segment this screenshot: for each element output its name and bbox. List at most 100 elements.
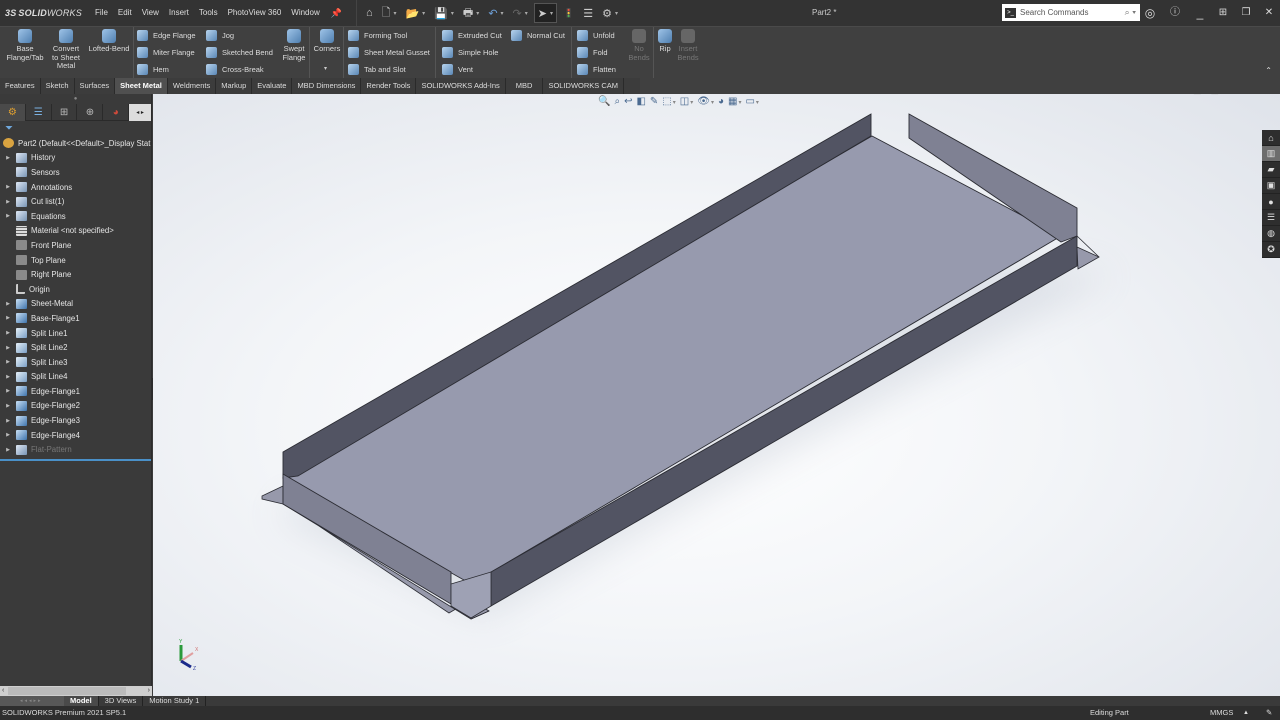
hide-show-items-button[interactable]: 👁▾	[697, 96, 714, 107]
print-button[interactable]: 🖶 ▾	[460, 3, 482, 23]
menu-view[interactable]: View	[137, 0, 164, 26]
chevron-down-icon[interactable]: ▾	[451, 10, 454, 17]
file-properties-button[interactable]: ☰	[580, 3, 596, 23]
convert-to-sheet-metal-button[interactable]: Convert to Sheet Metal	[48, 29, 84, 71]
scrollbar-thumb[interactable]	[8, 687, 126, 695]
close-button[interactable]: ✕	[1259, 0, 1279, 26]
panel-horizontal-scrollbar[interactable]: ‹ ›	[0, 686, 152, 696]
extruded-cut-button[interactable]: Extruded Cut	[442, 28, 502, 42]
design-library-tab[interactable]: ▥	[1262, 146, 1280, 162]
dock-left-icon[interactable]: ◧	[1193, 94, 1202, 96]
unit-system-button[interactable]: MMGS	[1210, 706, 1233, 720]
tree-item-equations[interactable]: ▶ Equations	[0, 209, 151, 224]
solidworks-forum-tab[interactable]: ◍	[1262, 226, 1280, 242]
tree-item-edge-flange2[interactable]: ▶ Edge-Flange2	[0, 399, 151, 414]
apply-scene-button[interactable]: ▦▾	[728, 96, 741, 107]
tree-item-front-plane[interactable]: Front Plane	[0, 238, 151, 253]
tab-3d-views[interactable]: 3D Views	[99, 696, 144, 706]
chevron-down-icon[interactable]: ▾	[550, 10, 553, 17]
filter-icon[interactable]: ⏷	[0, 121, 151, 136]
tree-item-edge-flange3[interactable]: ▶ Edge-Flange3	[0, 413, 151, 428]
propertymanager-tab[interactable]: ☰	[26, 103, 52, 121]
zoom-to-area-button[interactable]: ⌕	[614, 96, 620, 107]
no-bends-button[interactable]: No Bends	[626, 29, 652, 62]
display-style-button[interactable]: ◫▾	[680, 96, 693, 107]
cross-break-button[interactable]: Cross-Break	[206, 62, 264, 76]
featuremanager-tab[interactable]: ⚙	[0, 103, 26, 121]
pin-menu-icon[interactable]: 📌	[325, 8, 348, 19]
tab-render-tools[interactable]: Render Tools	[361, 78, 417, 94]
tree-item-split-line1[interactable]: ▶ Split Line1	[0, 326, 151, 341]
rip-button[interactable]: Rip	[656, 29, 674, 54]
chevron-down-icon[interactable]: ▾	[615, 10, 618, 17]
chevron-down-icon[interactable]: ▾	[673, 100, 676, 106]
custom-properties-tab[interactable]: ☰	[1262, 210, 1280, 226]
customize-status-icon[interactable]: ✎	[1266, 706, 1272, 720]
unfold-button[interactable]: Unfold	[577, 28, 615, 42]
tab-solidworks-cam[interactable]: SOLIDWORKS CAM	[543, 78, 625, 94]
select-button[interactable]: ➤ ▾	[533, 3, 558, 23]
tree-item-origin[interactable]: Origin	[0, 282, 151, 297]
tab-sheet-metal[interactable]: Sheet Metal	[115, 78, 168, 94]
tab-mbd[interactable]: MBD	[506, 78, 544, 94]
expand-arrow-icon[interactable]: ▶	[0, 432, 16, 438]
tab-markup[interactable]: Markup	[216, 78, 253, 94]
edge-flange-button[interactable]: Edge Flange	[137, 28, 196, 42]
tree-item-right-plane[interactable]: Right Plane	[0, 267, 151, 282]
appearances-tab[interactable]: ●	[1262, 194, 1280, 210]
tree-item-split-line3[interactable]: ▶ Split Line3	[0, 355, 151, 370]
tree-item-flat-pattern[interactable]: ▶ Flat-Pattern	[0, 442, 151, 457]
expand-arrow-icon[interactable]: ▶	[0, 301, 16, 307]
insert-bends-button[interactable]: Insert Bends	[674, 29, 702, 62]
expand-arrow-icon[interactable]: ▶	[0, 330, 16, 336]
expand-arrow-icon[interactable]: ▶	[0, 184, 16, 190]
options-button[interactable]: ⚙ ▾	[599, 3, 621, 23]
base-flange-button[interactable]: Base Flange/Tab	[4, 29, 46, 62]
expand-arrow-icon[interactable]: ▶	[0, 155, 16, 161]
tab-surfaces[interactable]: Surfaces	[75, 78, 116, 94]
tree-item-history[interactable]: ▶ History	[0, 151, 151, 166]
dynamic-annotation-button[interactable]: ✎	[650, 96, 658, 107]
tile-windows-button[interactable]: ⊞	[1213, 0, 1233, 26]
redo-button[interactable]: ↷ ▾	[510, 3, 531, 23]
tree-item-edge-flange4[interactable]: ▶ Edge-Flange4	[0, 428, 151, 443]
expand-arrow-icon[interactable]: ▶	[0, 315, 16, 321]
jog-button[interactable]: Jog	[206, 28, 234, 42]
tab-features[interactable]: Features	[0, 78, 41, 94]
tree-item-split-line4[interactable]: ▶ Split Line4	[0, 370, 151, 385]
section-view-button[interactable]: ◧	[636, 96, 645, 107]
tree-item-edge-flange1[interactable]: ▶ Edge-Flange1	[0, 384, 151, 399]
solidworks-logo[interactable]: 3S SOLID WORKS	[0, 8, 90, 18]
home-button[interactable]: ⌂	[363, 3, 376, 23]
configurationmanager-tab[interactable]: ⊞	[52, 103, 78, 121]
expand-arrow-icon[interactable]: ▶	[0, 374, 16, 380]
scroll-right-icon[interactable]: ›	[148, 686, 150, 696]
tab-and-slot-button[interactable]: Tab and Slot	[348, 62, 406, 76]
chevron-down-icon[interactable]: ▾	[690, 100, 693, 106]
hem-button[interactable]: Hem	[137, 62, 169, 76]
expand-arrow-icon[interactable]: ▶	[0, 447, 16, 453]
save-button[interactable]: 💾 ▾	[431, 3, 457, 23]
account-icon[interactable]: ◎	[1140, 0, 1160, 26]
tab-navigation-buttons[interactable]: ◂◂◂▸▸	[0, 696, 64, 706]
simple-hole-button[interactable]: Simple Hole	[442, 45, 498, 59]
3dexperience-tab[interactable]: ✪	[1262, 242, 1280, 258]
view-palette-tab[interactable]: ▣	[1262, 178, 1280, 194]
expand-arrow-icon[interactable]: ▶	[0, 213, 16, 219]
doc-restore-icon[interactable]: ❐	[1242, 94, 1250, 96]
corners-button[interactable]: Corners	[312, 29, 342, 54]
edit-appearance-button[interactable]: ◕	[718, 96, 724, 107]
restore-button[interactable]: ❐	[1236, 0, 1256, 26]
normal-cut-button[interactable]: Normal Cut	[511, 28, 565, 42]
panel-grip-handle[interactable]: ●	[0, 94, 151, 104]
doc-minimize-icon[interactable]: –	[1228, 94, 1233, 96]
miter-flange-button[interactable]: Miter Flange	[137, 45, 195, 59]
forming-tool-button[interactable]: Forming Tool	[348, 28, 407, 42]
chevron-down-icon[interactable]: ▾	[756, 100, 759, 106]
chevron-down-icon[interactable]: ▾	[525, 10, 528, 17]
sheet-metal-model[interactable]	[153, 94, 1280, 696]
view-orientation-button[interactable]: ⬚▾	[662, 96, 675, 107]
expand-arrow-icon[interactable]: ▶	[0, 359, 16, 365]
tab-model[interactable]: Model	[64, 696, 99, 706]
search-icon[interactable]: ⌕ ▾	[1125, 7, 1136, 18]
